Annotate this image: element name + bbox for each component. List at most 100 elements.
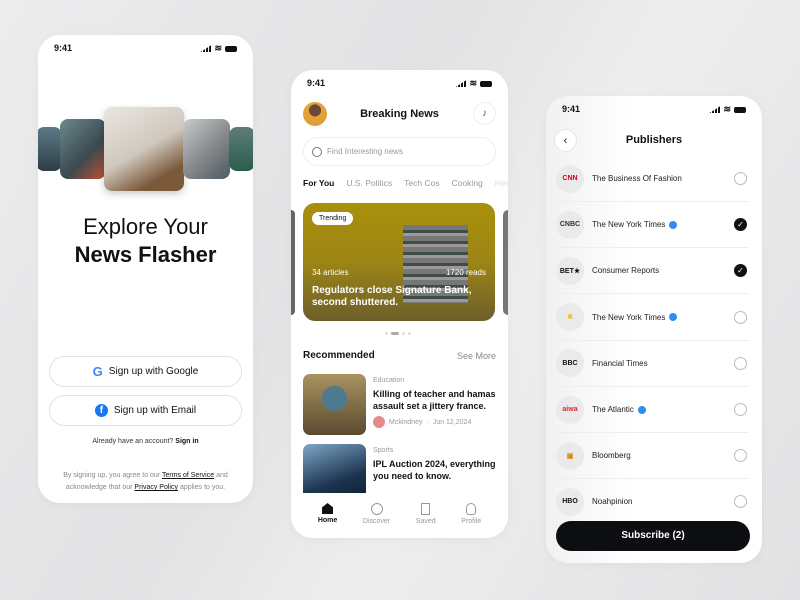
legal-text-3: acknowledge that our [65,484,133,491]
signal-icon [200,45,212,52]
select-checkbox[interactable]: ✓ [734,264,747,278]
collage-image [183,119,230,179]
publisher-row[interactable]: ▣ Bloomberg [556,433,749,480]
article-title: IPL Auction 2024, everything you need to… [373,459,496,481]
recommended-heading: Recommended [303,350,375,361]
terms-link[interactable]: Terms of Service [162,472,214,479]
search-icon [312,146,322,157]
publisher-logo: ▣ [556,441,584,470]
publisher-row[interactable]: BET★ Consumer Reports ✓ [556,248,749,295]
prev-card-peek[interactable] [291,210,295,315]
publisher-name-wrap: The Atlantic [592,405,734,414]
subscribe-button[interactable]: Subscribe (2) [556,521,750,551]
status-bar: 9:41 ≋ [562,104,746,115]
collage-image [104,107,184,191]
legal-text: By signing up, you agree to our Terms of… [38,470,253,494]
publisher-row[interactable]: HBO Noahpinion [556,479,749,526]
trending-badge: Trending [312,212,354,225]
publisher-name: The New York Times [592,312,666,322]
select-checkbox[interactable] [734,310,747,324]
publisher-name: The Business Of Fashion [592,174,682,183]
bell-icon[interactable]: ♪ [473,102,496,125]
next-card-peek[interactable] [503,210,508,315]
publisher-name-wrap: The Business Of Fashion [592,174,734,183]
nav-saved-label: Saved [415,518,436,525]
sign-in-link[interactable]: Sign in [175,438,198,445]
legal-text-4: applies to you. [179,484,226,491]
facebook-icon: f [94,404,108,417]
wifi-icon: ≋ [723,104,731,114]
status-bar: 9:41 ≋ [54,43,237,54]
publisher-name: Noahpinion [592,497,633,507]
tab-us-politics[interactable]: U.S. Politics [346,178,392,188]
list-item[interactable]: Education Killing of teacher and hamas a… [303,374,498,435]
publisher-row[interactable]: CNN The Business Of Fashion [556,156,749,202]
publisher-row[interactable]: CNBC The New York Times ✓ [556,202,749,249]
publisher-name: The New York Times [592,220,666,230]
home-screen: 9:41 ≋ Breaking News ♪ Find Interesting n… [291,70,508,538]
tab-for-you[interactable]: For You [303,178,334,188]
status-time: 9:41 [54,43,73,53]
select-checkbox[interactable]: ✓ [734,218,747,232]
home-icon [322,503,334,514]
reads-count: 1720 reads [445,268,486,277]
nav-profile-label: Profile [461,518,482,525]
nav-home[interactable]: Home [318,503,337,538]
article-category: Sports [373,447,394,454]
email-label: Sign up with Email [113,405,197,416]
legal-text-2: and [216,472,228,479]
nav-discover[interactable]: Discover [363,503,390,538]
privacy-link[interactable]: Privacy Policy [134,484,178,491]
see-more-link[interactable]: See More [457,351,496,361]
search-input[interactable]: Find Interesting news [303,137,496,166]
bookmark-icon [421,503,431,515]
verified-icon [669,220,678,229]
nav-home-label: Home [317,517,338,524]
category-tabs: For You U.S. Politics Tech Cos Cooking H… [303,178,508,188]
email-signup-button[interactable]: f Sign up with Email [49,395,242,426]
tab-health[interactable]: Health [495,178,508,188]
collage-image [229,127,253,171]
tab-cooking[interactable]: Cooking [452,178,483,188]
collage-image [60,119,106,179]
status-time: 9:41 [562,104,581,114]
article-author: Mckindney [389,418,423,426]
publisher-logo: HBO [556,487,584,516]
signal-icon [709,106,721,113]
verified-icon [669,313,678,322]
select-checkbox[interactable] [734,172,747,185]
wifi-icon: ≋ [214,43,222,53]
collage-image [38,127,62,171]
battery-icon [480,80,492,87]
select-checkbox[interactable] [734,449,747,463]
publisher-row[interactable]: ✖ The New York Times [556,295,749,341]
featured-card[interactable]: Trending 34 articles 1720 reads Regulato… [303,203,495,321]
publisher-logo: BBC [556,349,584,378]
onboarding-title: Explore Your News Flasher [74,214,217,267]
google-icon: G [92,364,103,379]
publisher-logo: aiwa [556,395,584,424]
google-label: Sign up with Google [108,366,199,377]
google-signup-button[interactable]: G Sign up with Google [49,356,242,387]
select-checkbox[interactable] [734,495,747,509]
nav-profile[interactable]: Profile [461,503,481,538]
have-account-text: Already have an account? [92,438,174,445]
publisher-name: Financial Times [592,358,648,368]
author-avatar [373,416,385,428]
publisher-name-wrap: Financial Times [592,359,734,368]
select-checkbox[interactable] [734,356,747,370]
signin-prompt: Already have an account? Sign in [38,436,253,448]
publisher-name: Bloomberg [592,451,631,461]
select-checkbox[interactable] [734,403,747,416]
search-placeholder: Find Interesting news [327,147,404,156]
publisher-row[interactable]: aiwa The Atlantic [556,387,749,433]
wifi-icon: ≋ [469,78,477,88]
nav-saved[interactable]: Saved [416,503,436,538]
publisher-logo: CNBC [556,210,584,239]
tab-tech-cos[interactable]: Tech Cos [404,178,439,188]
article-thumbnail [303,374,366,435]
publisher-row[interactable]: BBC Financial Times [556,341,749,387]
publisher-name-wrap: Bloomberg [592,451,734,460]
article-date: Jun 12,2024 [432,418,472,426]
onboarding-screen: 9:41 ≋ Explore Your News Flasher G Sign up … [38,35,253,503]
